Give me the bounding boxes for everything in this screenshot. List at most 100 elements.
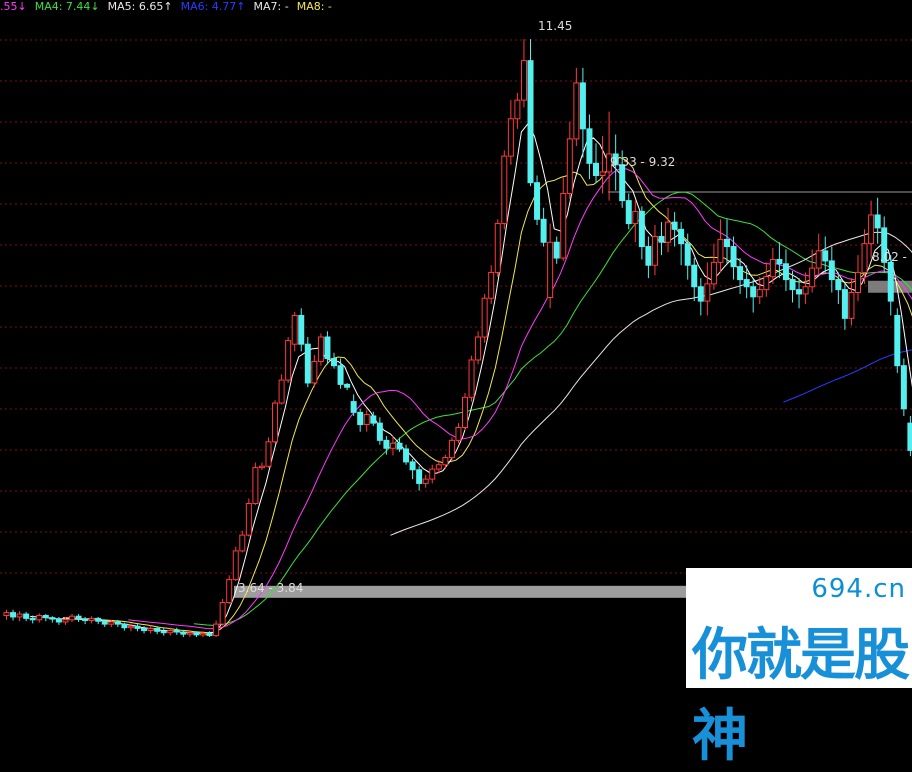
candle-body [874, 214, 881, 229]
candle [632, 200, 639, 243]
candle-body [357, 411, 364, 426]
candle [743, 265, 750, 299]
candle-body [134, 625, 141, 629]
ma-legend: .55↓ MA4: 7.44↓ MA5: 6.65↑ MA6: 4.77↑ MA7: -… [0, 0, 340, 14]
lower-range-label: 3.64 - 3.84 [238, 581, 303, 595]
candle-body [593, 162, 599, 176]
candle-body [894, 314, 901, 367]
candle [357, 408, 364, 432]
candle [586, 114, 593, 180]
candle-body [855, 271, 861, 293]
candle-body [796, 289, 803, 295]
support-bands [234, 191, 912, 598]
candle [363, 410, 370, 432]
candle [553, 236, 560, 264]
candle [121, 622, 128, 631]
candle [881, 216, 888, 273]
candle-body [232, 550, 239, 581]
candle [907, 415, 912, 457]
candle-body [789, 279, 796, 291]
candle-body [599, 171, 606, 177]
candle [855, 255, 861, 302]
candle-body [691, 264, 698, 288]
candle-body [193, 632, 200, 636]
candle [547, 223, 554, 309]
candle-body [167, 630, 174, 634]
candle [173, 627, 180, 635]
candle-body [304, 343, 311, 384]
candle-body [95, 617, 102, 622]
candle [815, 233, 822, 276]
candle [599, 136, 606, 194]
candle-body [481, 297, 488, 338]
candle [730, 236, 737, 280]
candle-body [645, 246, 652, 266]
candle [796, 278, 803, 309]
candle-body [724, 238, 730, 248]
candle [645, 236, 652, 279]
candle-body [62, 619, 69, 623]
candle [782, 249, 789, 292]
candle-body [114, 621, 121, 625]
candle [691, 258, 698, 302]
candle [416, 466, 423, 491]
legend-item: MA6: 4.77↑ [180, 0, 246, 13]
candle-body [422, 478, 429, 484]
candle [822, 236, 829, 273]
candle-body [907, 422, 912, 451]
candle [376, 417, 383, 445]
candle [10, 609, 17, 621]
candle-body [671, 221, 678, 230]
candle-body [10, 612, 17, 618]
candle-body [376, 422, 383, 441]
candle-body [239, 534, 246, 552]
candle [232, 546, 239, 582]
candle [55, 616, 62, 625]
candle [258, 462, 265, 470]
candle [298, 308, 305, 352]
candle-body [678, 228, 685, 245]
candle-body [625, 200, 632, 225]
candle [887, 255, 894, 316]
candle-body [147, 627, 154, 632]
candle-body [743, 279, 750, 288]
candle-body [514, 99, 521, 120]
legend-item: MA8: - [296, 0, 332, 13]
candle [704, 262, 711, 316]
candle [534, 175, 541, 226]
candle-body [658, 236, 665, 243]
candle-body [651, 236, 658, 266]
candle [462, 392, 468, 431]
candle [520, 39, 527, 108]
candle-body [344, 383, 351, 388]
watermark-url: 694.cn [811, 574, 906, 604]
candle-body [317, 336, 324, 362]
candle [593, 143, 599, 184]
candle [337, 358, 344, 389]
watermark: 694.cn 你就是股神 [686, 568, 912, 769]
candle [403, 444, 410, 465]
candle [429, 464, 436, 484]
candle-body [841, 289, 848, 319]
candle [874, 197, 881, 244]
candle-body [769, 258, 776, 278]
watermark-text: 你就是股神 [692, 623, 910, 769]
candle [658, 222, 665, 256]
candle [291, 311, 298, 352]
candle-body [370, 415, 377, 424]
candle [717, 219, 724, 273]
candle-body [763, 276, 770, 291]
candle-body [265, 441, 272, 467]
candle-body [527, 60, 534, 184]
candle [101, 619, 108, 627]
candle-body [75, 615, 82, 620]
candle [671, 212, 678, 247]
candle-body [324, 336, 331, 360]
candle-body [488, 271, 495, 299]
candle [481, 293, 488, 343]
candle [285, 337, 292, 383]
candle [304, 337, 311, 388]
candle [507, 100, 514, 165]
candle-body [88, 617, 95, 622]
candle [488, 265, 495, 304]
